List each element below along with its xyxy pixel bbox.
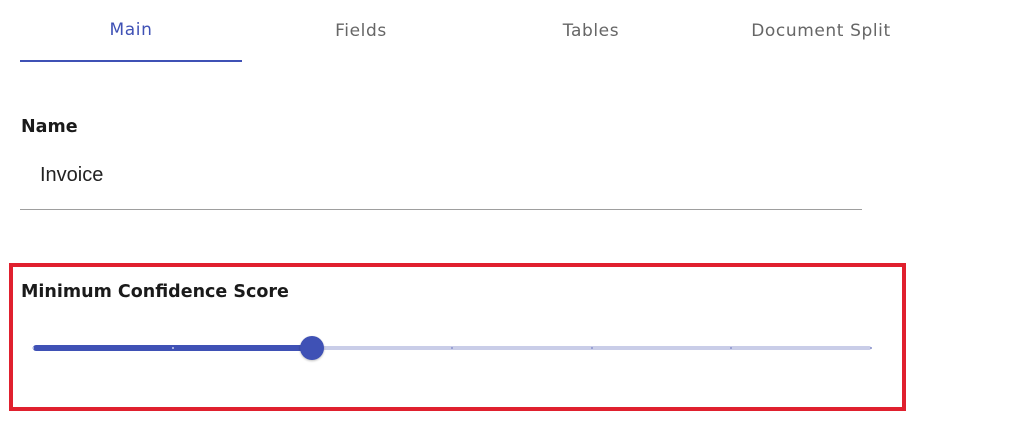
slider-thumb[interactable]	[300, 336, 325, 360]
slider-step-mark	[171, 347, 174, 349]
tab-main[interactable]: Main	[20, 0, 242, 62]
slider-step-mark	[590, 347, 593, 349]
tab-bar: Main Fields Tables Document Split	[20, 0, 932, 62]
slider-step-mark	[32, 347, 34, 349]
tab-tables[interactable]: Tables	[480, 0, 702, 62]
slider-step-mark	[870, 347, 872, 349]
slider-step-mark	[451, 347, 453, 349]
minimum-confidence-score-label: Minimum Confidence Score	[21, 282, 289, 302]
tab-document-split[interactable]: Document Split	[710, 0, 932, 62]
name-input[interactable]	[20, 156, 862, 210]
tab-fields[interactable]: Fields	[250, 0, 472, 62]
minimum-confidence-score-slider[interactable]	[32, 334, 872, 362]
name-label: Name	[21, 117, 78, 137]
